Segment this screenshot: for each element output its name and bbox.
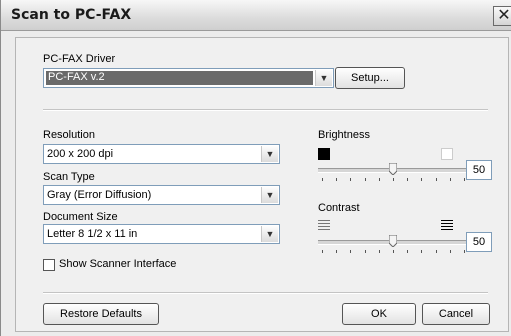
- high-contrast-icon: [441, 220, 453, 232]
- scan-type-value: Gray (Error Diffusion): [47, 189, 152, 201]
- pcfax-driver-value: PC-FAX v.2: [48, 71, 105, 83]
- show-scanner-interface-checkbox[interactable]: [43, 259, 55, 271]
- setup-button[interactable]: Setup...: [335, 67, 405, 89]
- slider-tick: [336, 178, 338, 181]
- document-size-label: Document Size: [43, 211, 118, 223]
- slider-tick: [435, 250, 437, 253]
- resolution-value: 200 x 200 dpi: [47, 148, 114, 160]
- slider-tick: [378, 250, 380, 253]
- slider-tick: [322, 178, 323, 181]
- slider-tick: [435, 178, 437, 181]
- slider-tick: [407, 250, 409, 253]
- brightness-slider[interactable]: [318, 162, 468, 186]
- contrast-slider[interactable]: [318, 234, 468, 258]
- dark-square-icon: [318, 148, 330, 160]
- slider-thumb[interactable]: [389, 163, 397, 175]
- resolution-select[interactable]: 200 x 200 dpi ▼: [43, 144, 280, 164]
- slider-ticks: [318, 178, 468, 182]
- light-square-icon: [441, 148, 453, 160]
- low-contrast-icon: [318, 220, 330, 232]
- document-size-select[interactable]: Letter 8 1/2 x 11 in ▼: [43, 224, 280, 244]
- slider-tick: [421, 178, 423, 181]
- slider-tick: [464, 250, 465, 253]
- slider-tick: [449, 178, 451, 181]
- resolution-label: Resolution: [43, 129, 95, 141]
- chevron-down-icon: ▼: [315, 70, 332, 86]
- brightness-label: Brightness: [318, 129, 370, 141]
- pcfax-driver-select[interactable]: PC-FAX v.2 ▼: [43, 68, 334, 88]
- slider-tick: [393, 250, 394, 253]
- chevron-down-icon: ▼: [261, 226, 278, 242]
- brightness-value[interactable]: 50: [466, 160, 492, 180]
- slider-tick: [421, 250, 423, 253]
- scan-type-select[interactable]: Gray (Error Diffusion) ▼: [43, 185, 280, 205]
- ok-button[interactable]: OK: [342, 303, 416, 325]
- chevron-down-icon: ▼: [261, 146, 278, 162]
- scan-to-pcfax-dialog: Scan to PC-FAX ✕ PC-FAX Driver PC-FAX v.…: [0, 0, 511, 336]
- slider-tick: [350, 178, 352, 181]
- window-title: Scan to PC-FAX: [11, 7, 132, 23]
- divider-top: [43, 109, 488, 111]
- close-button[interactable]: ✕: [493, 6, 511, 26]
- scan-type-label: Scan Type: [43, 171, 95, 183]
- slider-tick: [407, 178, 409, 181]
- slider-tick: [364, 250, 366, 253]
- slider-tick: [336, 250, 338, 253]
- contrast-value[interactable]: 50: [466, 232, 492, 252]
- contrast-label: Contrast: [318, 202, 360, 214]
- cancel-button[interactable]: Cancel: [422, 303, 490, 325]
- slider-ticks: [318, 250, 468, 254]
- show-scanner-interface-label: Show Scanner Interface: [59, 258, 177, 270]
- close-icon: ✕: [497, 7, 511, 24]
- document-size-value: Letter 8 1/2 x 11 in: [47, 228, 138, 240]
- slider-tick: [378, 178, 380, 181]
- pcfax-driver-label: PC-FAX Driver: [43, 53, 116, 65]
- chevron-down-icon: ▼: [261, 187, 278, 203]
- slider-thumb[interactable]: [389, 235, 397, 247]
- restore-defaults-button[interactable]: Restore Defaults: [43, 303, 159, 325]
- slider-tick: [464, 178, 465, 181]
- slider-tick: [350, 250, 352, 253]
- settings-panel: PC-FAX Driver PC-FAX v.2 ▼ Setup... Reso…: [15, 37, 509, 332]
- slider-tick: [393, 178, 394, 181]
- title-bar: Scan to PC-FAX ✕: [1, 0, 511, 31]
- divider-bottom: [43, 292, 488, 294]
- slider-tick: [449, 250, 451, 253]
- slider-tick: [322, 250, 323, 253]
- slider-tick: [364, 178, 366, 181]
